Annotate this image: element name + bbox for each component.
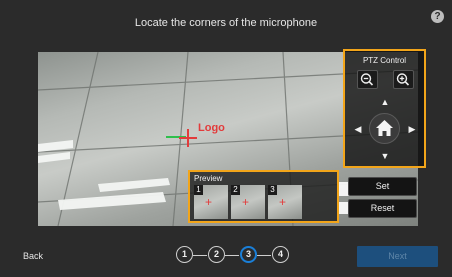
next-button[interactable]: Next	[357, 246, 438, 267]
preview-thumbnail-1[interactable]: 1 +	[194, 185, 228, 219]
zoom-in-button[interactable]	[393, 70, 414, 89]
page-title: Locate the corners of the microphone	[134, 17, 318, 29]
preview-title: Preview	[194, 174, 223, 183]
ptz-title: PTZ Control	[362, 56, 407, 65]
zoom-in-icon	[396, 73, 410, 86]
home-icon	[376, 120, 393, 136]
pan-down-button[interactable]: ▼	[380, 152, 390, 161]
marker-icon: +	[205, 195, 213, 209]
pan-right-button[interactable]: ▶	[407, 125, 417, 134]
home-button[interactable]	[369, 113, 400, 144]
corner-marker-icon[interactable]	[178, 128, 198, 148]
marker-icon: +	[242, 195, 250, 209]
pan-up-button[interactable]: ▲	[380, 98, 390, 107]
target-label: Logo	[198, 122, 225, 134]
step-2: 2	[208, 246, 225, 263]
step-1: 1	[176, 246, 193, 263]
step-connector	[225, 255, 239, 256]
thumbnail-number: 1	[194, 185, 203, 195]
marker-icon: +	[279, 195, 287, 209]
preview-thumbnail-2[interactable]: 2 +	[231, 185, 265, 219]
thumbnail-number: 2	[231, 185, 240, 195]
step-indicator: 1 2 3 4	[175, 245, 289, 265]
zoom-out-button[interactable]	[357, 70, 378, 89]
step-connector	[257, 255, 271, 256]
help-icon[interactable]: ?	[431, 10, 444, 23]
step-4: 4	[272, 246, 289, 263]
reset-button[interactable]: Reset	[348, 199, 417, 218]
back-button[interactable]: Back	[23, 251, 43, 261]
set-button[interactable]: Set	[348, 177, 417, 196]
zoom-out-icon	[360, 73, 374, 86]
step-connector	[193, 255, 207, 256]
preview-thumbnail-3[interactable]: 3 +	[268, 185, 302, 219]
step-3: 3	[240, 246, 257, 263]
ptz-control-panel: PTZ Control ▲ ◀ ▶ ▼	[343, 49, 426, 168]
thumbnail-number: 3	[268, 185, 277, 195]
pan-left-button[interactable]: ◀	[353, 125, 363, 134]
preview-panel: Preview 1 + 2 + 3 +	[188, 170, 339, 223]
